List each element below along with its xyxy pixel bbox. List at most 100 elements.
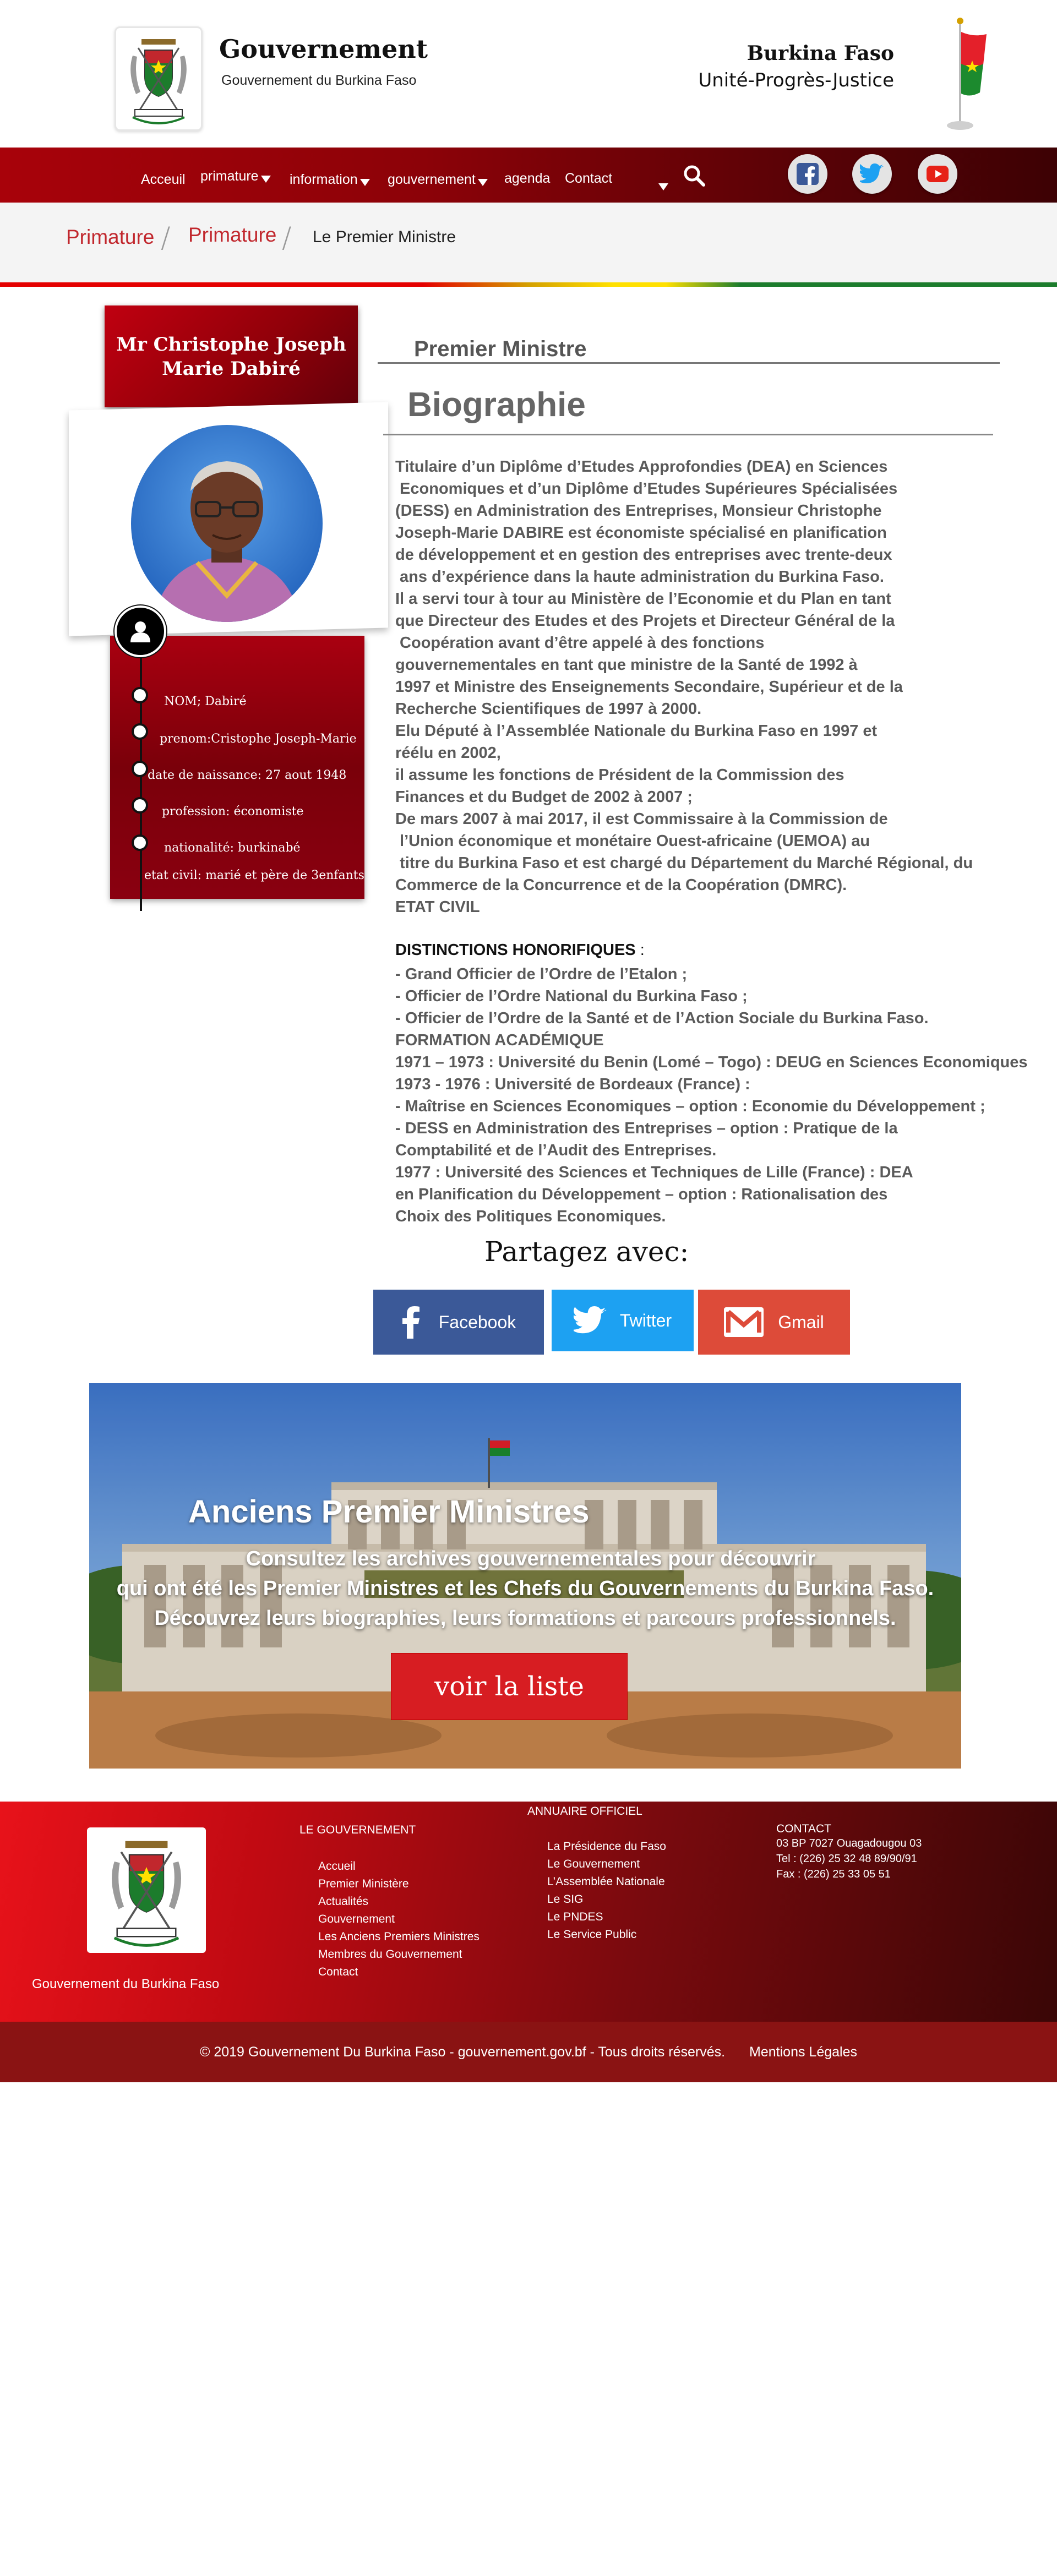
- timeline-dot: [132, 687, 148, 703]
- breadcrumb-current: Le Premier Ministre: [313, 228, 456, 246]
- distinctions-heading: DISTINCTIONS HONORIFIQUES :: [395, 941, 645, 959]
- burkina-flag-icon: [933, 15, 988, 131]
- chevron-down-icon: [477, 179, 488, 186]
- facebook-social-button[interactable]: [788, 154, 827, 194]
- nav-item-agenda[interactable]: agenda: [504, 171, 550, 187]
- footer-contact-title: CONTACT: [776, 1822, 831, 1835]
- banner-description-line: qui ont été les Premier Ministres et les…: [116, 1577, 934, 1600]
- divider: [383, 434, 993, 435]
- contact-address: 03 BP 7027 Ouagadougou 03: [776, 1837, 922, 1849]
- profile-info-card: [110, 636, 364, 899]
- footer-gouvernement-links: Accueil Premier Ministère Actualités Gou…: [318, 1858, 480, 1981]
- nav-item-label: agenda: [504, 171, 551, 186]
- footer-annuaire-links: La Présidence du Faso Le Gouvernement L’…: [547, 1838, 666, 1944]
- distinctions-text: - Grand Officier de l’Ordre de l’Etalon …: [395, 965, 1028, 1225]
- profile-field-civil-status: etat civil: marié et père de 3enfants: [144, 869, 364, 882]
- nav-item-label: Acceuil: [141, 172, 186, 187]
- profile-field-birthdate: date de naissance: 27 aout 1948: [148, 768, 347, 782]
- biography-text: Titulaire d’un Diplôme d’Etudes Approfon…: [395, 458, 973, 916]
- divider: [378, 362, 1000, 364]
- footer-link[interactable]: Les Anciens Premiers Ministres: [318, 1928, 480, 1946]
- distinctions-title: DISTINCTIONS HONORIFIQUES: [395, 941, 636, 959]
- profile-field-nationality: nationalité: burkinabé: [164, 841, 301, 855]
- profile-photo: [131, 425, 323, 622]
- nav-item-primature[interactable]: primature: [200, 168, 271, 184]
- footer-link[interactable]: Membres du Gouvernement: [318, 1946, 480, 1963]
- timeline-dot: [132, 834, 148, 851]
- share-title: Partagez avec:: [484, 1236, 689, 1268]
- youtube-social-button[interactable]: [918, 154, 957, 194]
- footer-link[interactable]: Premier Ministère: [318, 1875, 480, 1893]
- twitter-social-button[interactable]: [852, 154, 892, 194]
- nav-item-label: gouvernement: [388, 172, 476, 187]
- share-gmail-button[interactable]: Gmail: [698, 1290, 850, 1355]
- share-twitter-button[interactable]: Twitter: [552, 1290, 694, 1351]
- gmail-icon: [724, 1307, 764, 1337]
- footer-link[interactable]: Gouvernement: [318, 1911, 480, 1928]
- footer-link[interactable]: Le Service Public: [547, 1926, 666, 1944]
- banner-title: Anciens Premier Ministres: [188, 1494, 590, 1530]
- twitter-icon: [573, 1306, 607, 1334]
- site-title[interactable]: Gouvernement: [219, 34, 428, 64]
- nav-item-information[interactable]: information: [290, 172, 370, 188]
- chevron-down-icon: [260, 176, 271, 183]
- share-gmail-label: Gmail: [778, 1312, 824, 1332]
- contact-phone: Tel : (226) 25 32 48 89/90/91: [776, 1853, 917, 1865]
- footer-link[interactable]: Le PNDES: [547, 1908, 666, 1926]
- footer-link[interactable]: L’Assemblée Nationale: [547, 1873, 666, 1891]
- nav-item-contact[interactable]: Contact: [565, 171, 612, 187]
- nav-item-acceuil[interactable]: Acceuil: [141, 172, 186, 188]
- chevron-down-icon: [658, 183, 668, 190]
- country-name: Burkina Faso: [747, 42, 894, 65]
- footer-link[interactable]: La Présidence du Faso: [547, 1838, 666, 1855]
- twitter-icon: [860, 163, 884, 183]
- site-subtitle: Gouvernement du Burkina Faso: [221, 73, 417, 88]
- site-header: Gouvernement Gouvernement du Burkina Fas…: [0, 0, 1057, 148]
- banner-description-line: Découvrez leurs biographies, leurs forma…: [154, 1607, 896, 1630]
- timeline-dot: [132, 761, 148, 777]
- breadcrumb-link-primature[interactable]: Primature: [66, 226, 154, 249]
- view-list-button[interactable]: voir la liste: [391, 1653, 628, 1720]
- profile-name-card: Mr Christophe Joseph Marie Dabiré: [105, 305, 358, 407]
- nav-item-gouvernement[interactable]: gouvernement: [388, 172, 488, 188]
- breadcrumb-link-primature-2[interactable]: Primature: [188, 223, 276, 247]
- timeline-dot: [132, 723, 148, 740]
- national-color-stripe: [0, 282, 1057, 287]
- facebook-icon: [797, 163, 819, 185]
- legal-notice-link[interactable]: Mentions Légales: [749, 2044, 857, 2060]
- nav-item-label: Contact: [565, 171, 613, 186]
- footer-link[interactable]: Le Gouvernement: [547, 1855, 666, 1873]
- profile-name: Mr Christophe Joseph Marie Dabiré: [116, 333, 346, 380]
- copyright-text: © 2019 Gouvernement Du Burkina Faso - go…: [199, 2044, 726, 2060]
- share-twitter-label: Twitter: [619, 1310, 672, 1330]
- copyright-bar: © 2019 Gouvernement Du Burkina Faso - go…: [0, 2022, 1057, 2082]
- footer-link[interactable]: Le SIG: [547, 1891, 666, 1908]
- nav-item-label: information: [290, 172, 358, 187]
- breadcrumb-separator: /: [282, 221, 292, 254]
- footer-coat-of-arms-logo[interactable]: [87, 1827, 206, 1953]
- youtube-icon: [927, 166, 949, 182]
- share-facebook-label: Facebook: [438, 1312, 516, 1332]
- profile-field-nom: NOM; Dabiré: [164, 695, 247, 708]
- footer-link[interactable]: Accueil: [318, 1858, 480, 1875]
- breadcrumb-separator: /: [161, 221, 171, 254]
- footer-caption: Gouvernement du Burkina Faso: [32, 1977, 220, 1991]
- footer-annuaire-title: ANNUAIRE OFFICIEL: [527, 1805, 642, 1818]
- footer-contact-info: 03 BP 7027 Ouagadougou 03 Tel : (226) 25…: [776, 1836, 922, 1882]
- share-facebook-button[interactable]: Facebook: [373, 1290, 544, 1355]
- search-icon[interactable]: [683, 164, 706, 187]
- site-footer: Gouvernement du Burkina Faso LE GOUVERNE…: [0, 1802, 1057, 2022]
- more-menu-dropdown[interactable]: [656, 176, 668, 192]
- distinctions-colon: :: [635, 941, 645, 959]
- nav-item-label: primature: [200, 168, 259, 184]
- footer-link[interactable]: Actualités: [318, 1893, 480, 1911]
- main-navigation: Acceuil primature information gouverneme…: [0, 148, 1057, 203]
- coat-of-arms-logo[interactable]: [115, 26, 203, 131]
- chevron-down-icon: [359, 179, 370, 186]
- facebook-icon: [402, 1306, 419, 1339]
- profile-field-prenom: prenom:Cristophe Joseph-Marie: [160, 732, 357, 746]
- footer-gouvernement-title: LE GOUVERNEMENT: [299, 1824, 416, 1836]
- country-motto: Unité-Progrès-Justice: [698, 69, 894, 91]
- footer-link[interactable]: Contact: [318, 1963, 480, 1981]
- section-title: Biographie: [407, 386, 586, 424]
